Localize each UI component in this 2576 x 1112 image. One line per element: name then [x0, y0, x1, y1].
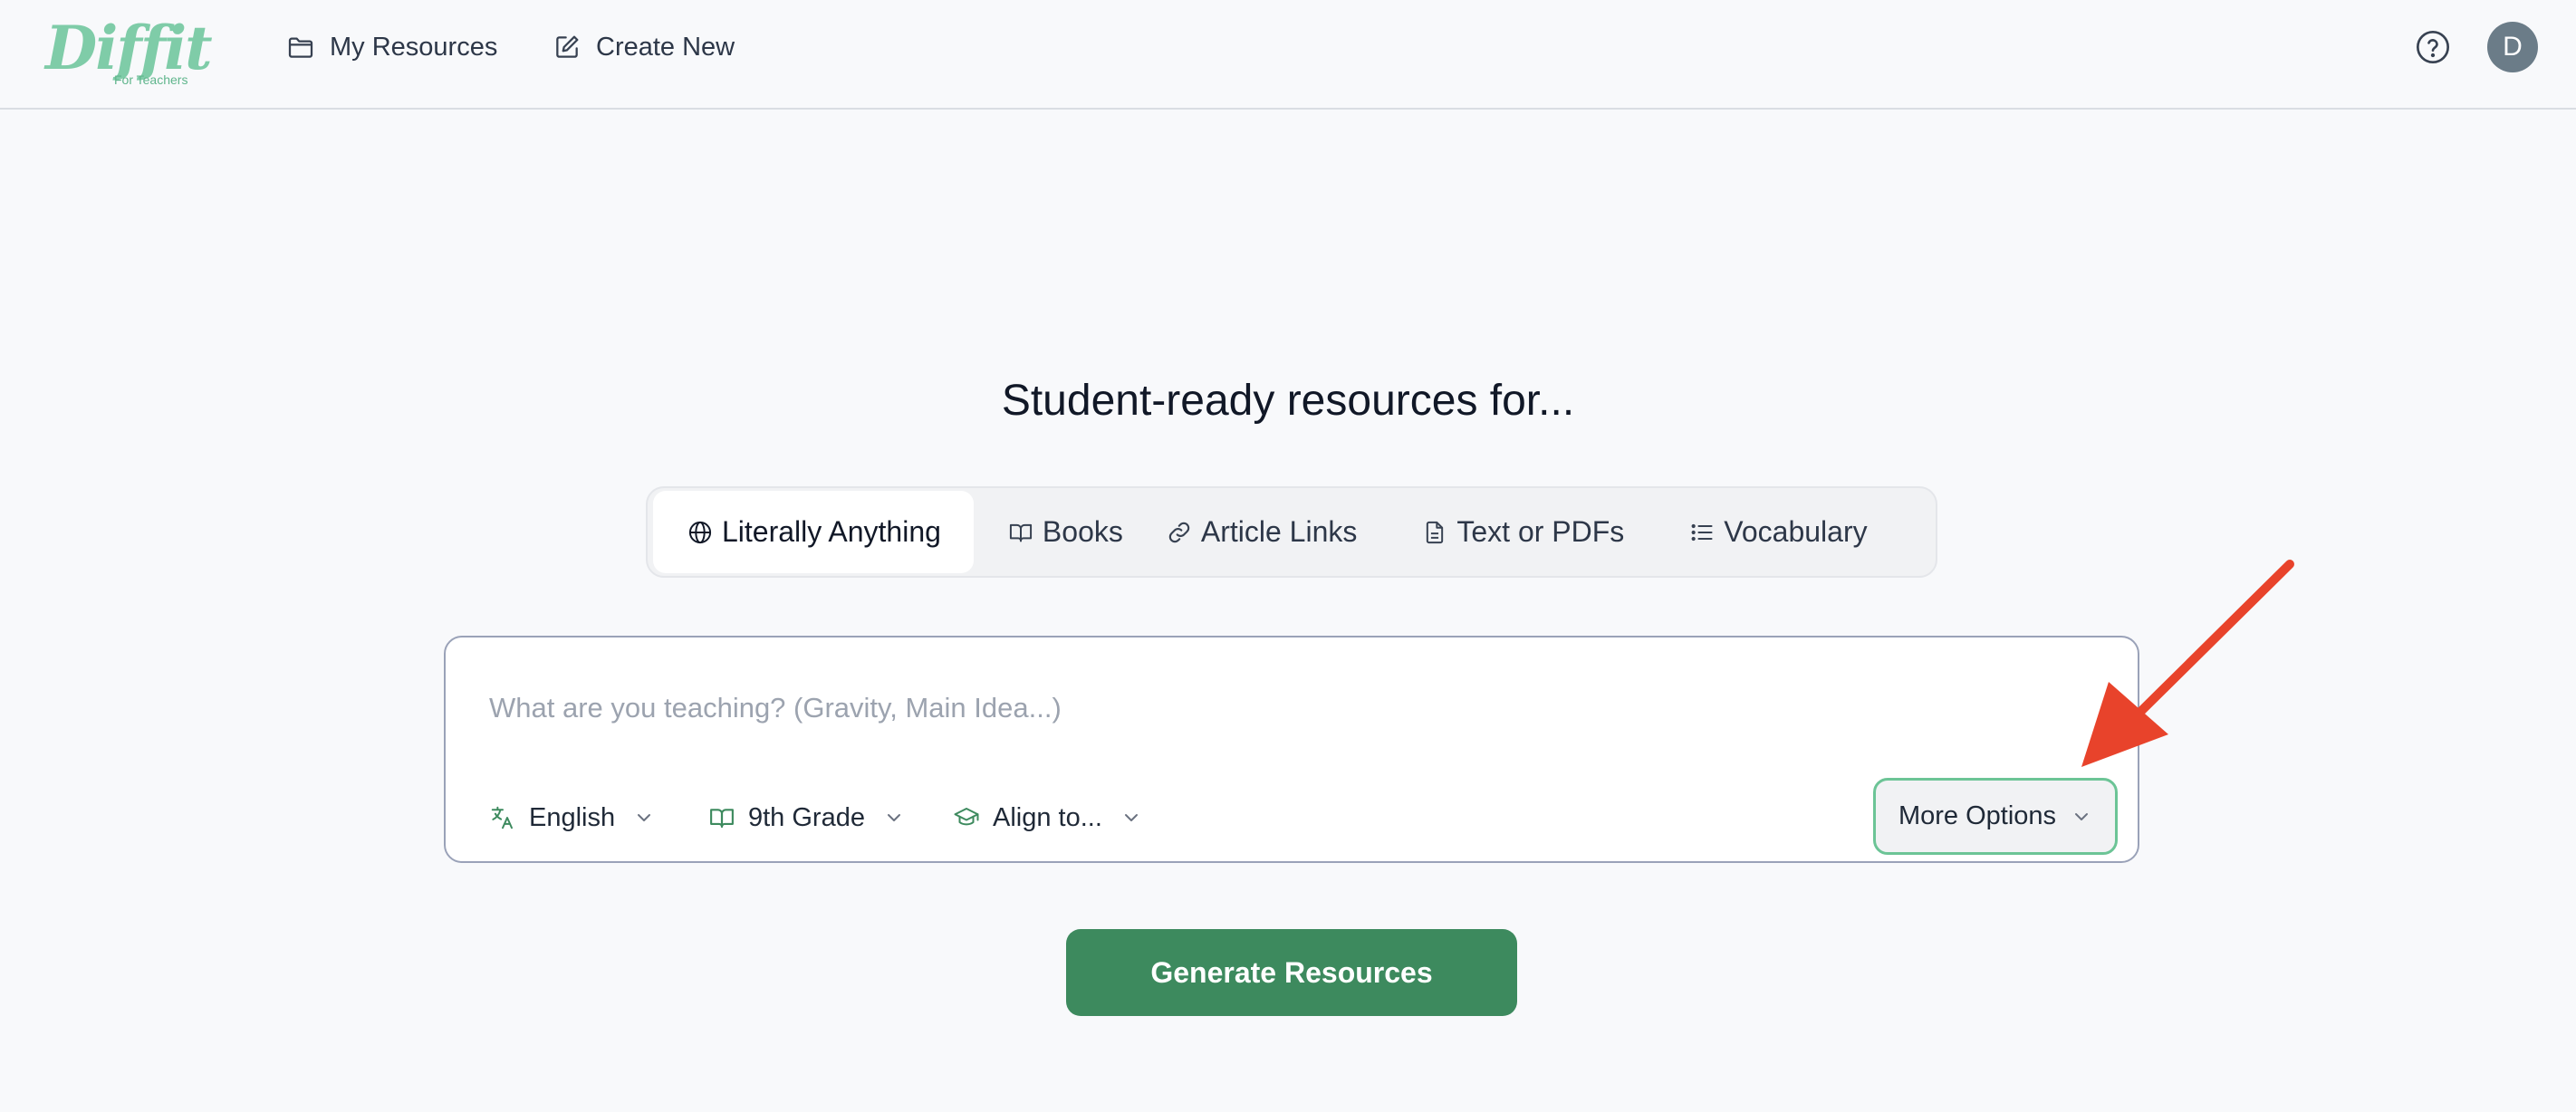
logo-wordmark: Diffit	[45, 13, 213, 83]
language-select[interactable]: English	[489, 795, 655, 840]
link-icon	[1168, 522, 1190, 542]
tab-literally-anything[interactable]: Literally Anything	[653, 491, 974, 573]
chevron-down-icon	[887, 814, 900, 821]
book-icon	[710, 809, 734, 829]
file-text-icon	[1427, 521, 1444, 543]
tab-vocabulary[interactable]: Vocabulary	[1671, 491, 1885, 573]
help-circle-icon[interactable]	[2415, 29, 2451, 65]
grade-select[interactable]: 9th Grade	[708, 795, 905, 840]
nav-create-new[interactable]: Create New	[553, 25, 735, 69]
prompt-box: English 9th Grade Align to... More Optio…	[444, 636, 2139, 863]
tab-books-label: Books	[1042, 515, 1123, 548]
tab-article-links[interactable]: Article Links	[1149, 491, 1376, 573]
page-title: Student-ready resources for...	[1001, 377, 1575, 425]
diffit-logo[interactable]: Diffit For Teachers	[45, 13, 213, 92]
chevron-down-icon	[1124, 814, 1138, 821]
edit-icon	[556, 35, 579, 58]
folder-icon	[288, 37, 313, 58]
red-arrow-annotation	[2081, 560, 2294, 767]
more-options-button[interactable]: More Options	[1873, 778, 2118, 855]
tab-article-links-label: Article Links	[1200, 515, 1358, 548]
user-avatar[interactable]: D	[2487, 22, 2538, 72]
standards-align-select[interactable]: Align to...	[953, 795, 1142, 840]
tab-literally-anything-label: Literally Anything	[722, 515, 941, 548]
source-type-tabs: Literally Anything Books Article Links T…	[646, 486, 1937, 578]
globe-icon	[688, 521, 712, 543]
logo-subtitle: For Teachers	[114, 72, 188, 87]
nav-my-resources[interactable]: My Resources	[286, 25, 497, 69]
topic-input[interactable]	[489, 681, 2029, 735]
top-header: Diffit For Teachers My Resources Create …	[0, 0, 2576, 110]
more-options-label: More Options	[1898, 801, 2057, 830]
translate-icon	[491, 806, 513, 829]
align-label: Align to...	[993, 802, 1102, 832]
tab-text-or-pdfs-label: Text or PDFs	[1456, 515, 1625, 548]
tab-vocabulary-label: Vocabulary	[1724, 515, 1868, 548]
chevron-down-icon	[2075, 812, 2089, 820]
list-icon	[1691, 523, 1713, 541]
language-label: English	[529, 802, 616, 832]
chevron-down-icon	[638, 814, 651, 821]
book-open-icon	[1009, 523, 1032, 542]
tab-text-or-pdfs[interactable]: Text or PDFs	[1404, 491, 1642, 573]
graduation-cap-icon	[954, 808, 979, 826]
nav-my-resources-label: My Resources	[330, 32, 498, 62]
generate-resources-button[interactable]: Generate Resources	[1066, 929, 1517, 1016]
tab-books[interactable]: Books	[990, 491, 1141, 573]
nav-create-new-label: Create New	[596, 32, 735, 62]
grade-label: 9th Grade	[748, 802, 865, 832]
